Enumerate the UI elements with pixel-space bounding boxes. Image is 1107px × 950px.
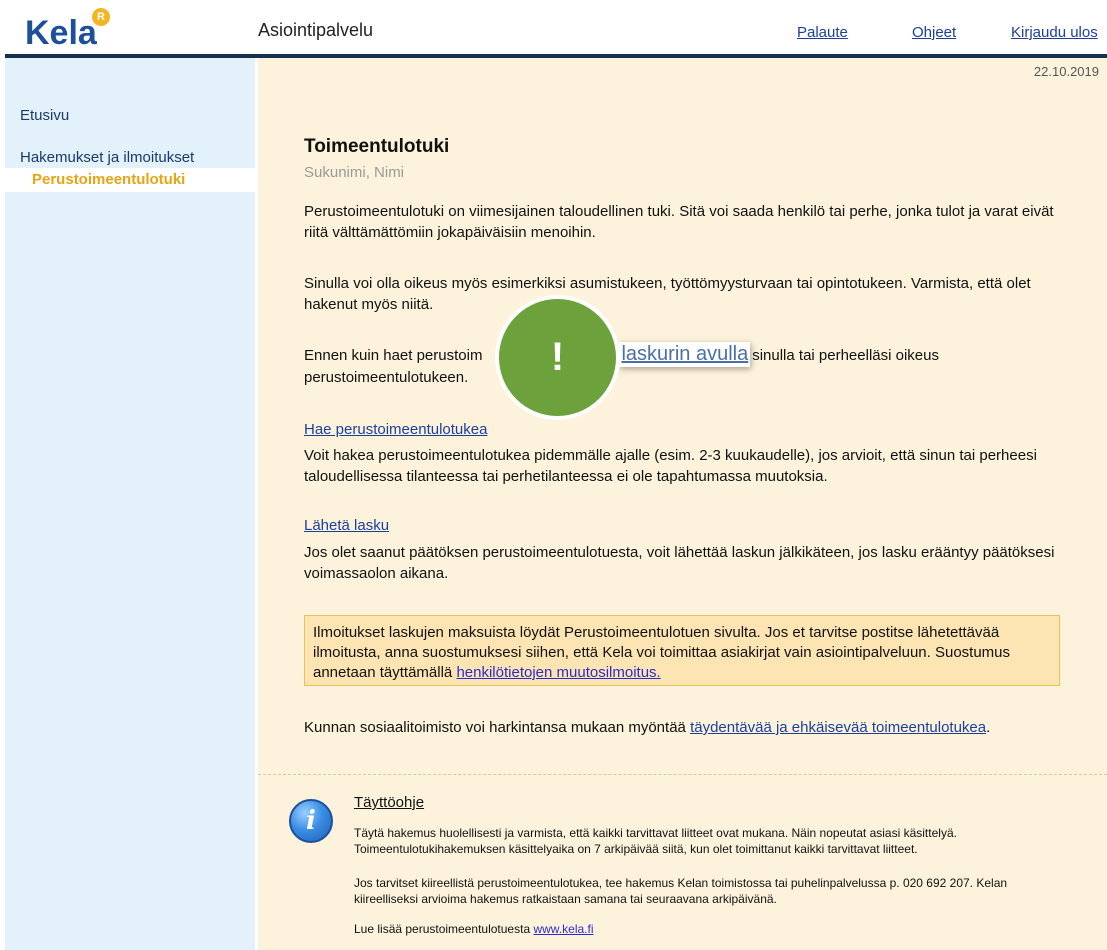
- guide-paragraph-1: Täytä hakemus huolellisesti ja varmista,…: [354, 826, 957, 856]
- kela-website-link[interactable]: www.kela.fi: [533, 922, 593, 936]
- info-icon: i: [289, 799, 333, 843]
- supplementary-support-link[interactable]: täydentävää ja ehkäisevää toimeentulotuk…: [690, 719, 986, 736]
- exclamation-badge-icon: !: [495, 295, 620, 420]
- invoice-notice-box: Ilmoitukset laskujen maksuista löydät Pe…: [304, 615, 1060, 686]
- municipal-paragraph: Kunnan sosiaalitoimisto voi harkintansa …: [304, 717, 1064, 738]
- municipal-text: Kunnan sosiaalitoimisto voi harkintansa …: [304, 719, 686, 736]
- customer-name: Sukunimi, Nimi: [304, 164, 405, 181]
- section-divider: [258, 774, 1107, 775]
- guide-paragraph-3: Lue lisää perustoimeentulotuesta www.kel…: [354, 921, 1074, 937]
- personal-info-change-link[interactable]: henkilötietojen muutosilmoitus.: [456, 664, 660, 681]
- sidebar-item-applications[interactable]: Hakemukset ja ilmoitukset: [20, 149, 194, 166]
- apply-paragraph: Voit hakea perustoimeentulotukea pidemmä…: [304, 447, 1037, 485]
- app-title: Asiointipalvelu: [258, 20, 374, 40]
- calculator-text-start: Ennen kuin haet perustoim: [304, 347, 483, 364]
- logout-link[interactable]: Kirjaudu ulos: [1011, 24, 1098, 41]
- invoice-paragraph: Jos olet saanut päätöksen perustoimeentu…: [304, 544, 1055, 582]
- guide-paragraph-2: Jos tarvitset kiireellistä perustoimeent…: [354, 876, 1008, 906]
- header: Kela R Asiointipalvelu Palaute Ohjeet Ki…: [0, 0, 1107, 58]
- current-date: 22.10.2019: [1033, 64, 1099, 79]
- main-content: 22.10.2019 Toimeentulotuki Sukunimi, Nim…: [258, 58, 1107, 950]
- other-benefits-paragraph: Sinulla voi olla oikeus myös esimerkiksi…: [304, 275, 1031, 313]
- municipal-end: .: [986, 719, 991, 736]
- guide-readmore-text: Lue lisää perustoimeentulotuesta: [354, 922, 531, 936]
- notice-text: Ilmoitukset laskujen maksuista löydät Pe…: [313, 624, 1011, 681]
- intro-paragraph: Perustoimeentulotuki on viimesijainen ta…: [304, 203, 1054, 241]
- send-invoice-link[interactable]: Lähetä lasku: [304, 517, 389, 534]
- sidebar: Etusivu Hakemukset ja ilmoitukset Perust…: [5, 58, 255, 950]
- sidebar-item-home[interactable]: Etusivu: [20, 107, 69, 124]
- calculator-link[interactable]: laskurin avulla: [619, 342, 751, 367]
- feedback-link[interactable]: Palaute: [797, 24, 848, 41]
- page-title: Toimeentulotuki: [304, 136, 450, 157]
- apply-link[interactable]: Hae perustoimeentulotukea: [304, 421, 487, 438]
- calculator-paragraph: Ennen kuin haet perustoimioilaskurin avu…: [304, 342, 1064, 388]
- sidebar-item-basic-income-support[interactable]: Perustoimeentulotuki: [32, 171, 185, 188]
- registered-mark-icon: R: [92, 8, 110, 26]
- guide-title: Täyttöohje: [354, 794, 425, 811]
- kela-logo[interactable]: Kela: [25, 14, 97, 53]
- help-link[interactable]: Ohjeet: [912, 24, 956, 41]
